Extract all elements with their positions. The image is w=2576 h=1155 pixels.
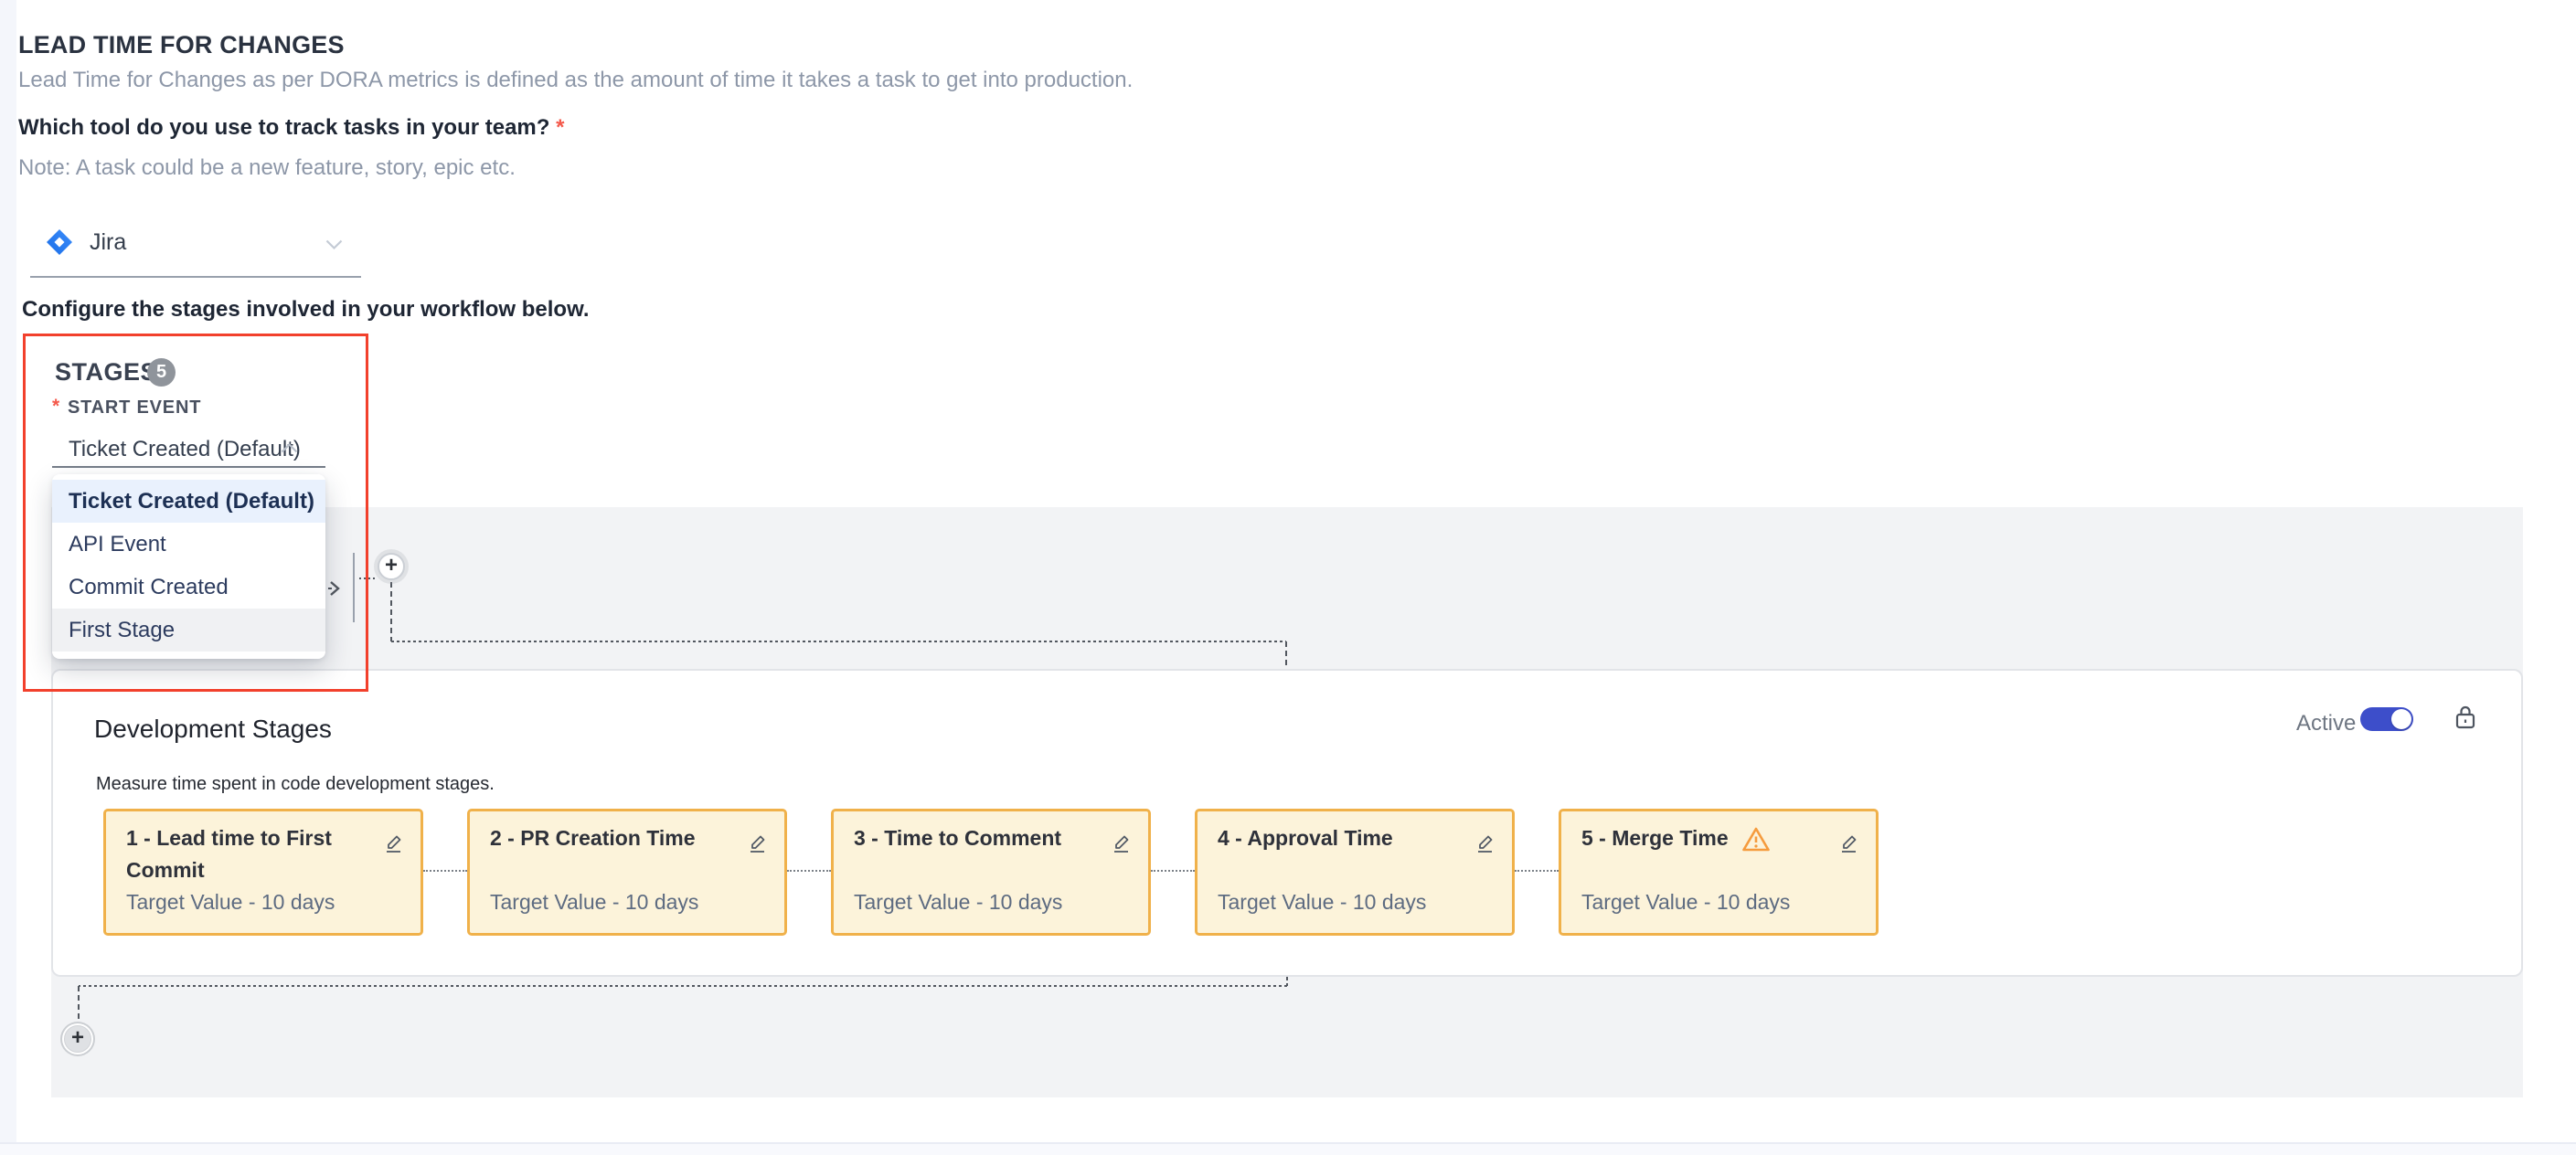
lock-icon[interactable] (2454, 704, 2477, 731)
stage-card-2[interactable]: 2 - PR Creation Time Target Value - 10 d… (467, 809, 787, 936)
tool-question-note: Note: A task could be a new feature, sto… (18, 155, 516, 181)
active-toggle[interactable] (2360, 707, 2413, 731)
tool-question-label: Which tool do you use to track tasks in … (18, 115, 564, 141)
stage-card-5[interactable]: 5 - Merge Time Target Value - 10 days (1559, 809, 1879, 936)
stage-target-value: Target Value - 10 days (1581, 890, 1790, 915)
plus-icon: + (71, 1027, 84, 1049)
stage-connector-line (787, 870, 831, 872)
jira-icon (46, 228, 73, 256)
stage-card-head: 1 - Lead time to First Commit (126, 822, 342, 886)
dropdown-option-api-event[interactable]: API Event (52, 523, 325, 566)
stage-connector-line (423, 870, 467, 872)
warning-icon (1741, 826, 1771, 853)
start-event-dropdown-menu: Ticket Created (Default) API Event Commi… (52, 474, 325, 659)
start-event-select[interactable]: Ticket Created (Default) (52, 428, 325, 468)
stage-card-title: 3 - Time to Comment (854, 822, 1061, 854)
stage-target-value: Target Value - 10 days (490, 890, 698, 915)
chevron-up-icon (281, 442, 298, 453)
edit-pencil-icon[interactable] (1837, 832, 1859, 853)
add-stage-button-top[interactable]: + (378, 553, 405, 580)
stage-card-head: 3 - Time to Comment (854, 822, 1061, 854)
edit-pencil-icon[interactable] (746, 832, 768, 853)
dropdown-option-first-stage[interactable]: First Stage (52, 609, 325, 652)
toggle-knob (2391, 709, 2411, 729)
required-asterisk: * (52, 396, 59, 418)
chevron-down-icon (325, 239, 343, 250)
stage-card-title: 5 - Merge Time (1581, 822, 1729, 854)
start-event-label: START EVENT (68, 397, 201, 419)
plus-icon: + (385, 555, 398, 577)
page-title: LEAD TIME FOR CHANGES (18, 31, 345, 59)
stage-card-title: 2 - PR Creation Time (490, 822, 696, 854)
stage-target-value: Target Value - 10 days (126, 890, 335, 915)
stage-card-title: 1 - Lead time to First Commit (126, 822, 342, 886)
stage-card-head: 5 - Merge Time (1581, 822, 1771, 854)
development-stages-description: Measure time spent in code development s… (96, 774, 495, 795)
stage-card-head: 2 - PR Creation Time (490, 822, 696, 854)
stage-card-head: 4 - Approval Time (1218, 822, 1393, 854)
stage-card-4[interactable]: 4 - Approval Time Target Value - 10 days (1195, 809, 1515, 936)
configure-stages-label: Configure the stages involved in your wo… (22, 297, 590, 323)
edit-pencil-icon[interactable] (382, 832, 404, 853)
add-stage-button-bottom[interactable]: + (64, 1025, 91, 1053)
development-stages-title: Development Stages (94, 715, 332, 744)
tool-question-text: Which tool do you use to track tasks in … (18, 115, 549, 140)
stage-connector-line (1515, 870, 1559, 872)
page-left-gutter (0, 0, 16, 1155)
stages-panel-title: STAGES (55, 358, 157, 387)
task-tool-value: Jira (90, 229, 126, 256)
task-tool-select[interactable]: Jira (30, 217, 361, 278)
stage-card-title: 4 - Approval Time (1218, 822, 1393, 854)
lead-time-config-page: LEAD TIME FOR CHANGES Lead Time for Chan… (0, 0, 2576, 1155)
stage-connector-line (1151, 870, 1195, 872)
stage-card-3[interactable]: 3 - Time to Comment Target Value - 10 da… (831, 809, 1151, 936)
stage-target-value: Target Value - 10 days (1218, 890, 1426, 915)
edit-pencil-icon[interactable] (1474, 832, 1496, 853)
active-status-label: Active (2296, 711, 2356, 736)
page-footer-band (0, 1142, 2576, 1155)
development-stages-panel: Development Stages Measure time spent in… (51, 669, 2523, 977)
required-asterisk: * (556, 115, 564, 140)
dropdown-option-ticket-created[interactable]: Ticket Created (Default) (52, 480, 325, 523)
page-subtitle: Lead Time for Changes as per DORA metric… (18, 68, 1133, 93)
stage-card-1[interactable]: 1 - Lead time to First Commit Target Val… (103, 809, 423, 936)
dropdown-option-commit-created[interactable]: Commit Created (52, 566, 325, 609)
stages-count-badge: 5 (147, 358, 176, 387)
stage-target-value: Target Value - 10 days (854, 890, 1062, 915)
edit-pencil-icon[interactable] (1110, 832, 1132, 853)
start-event-value: Ticket Created (Default) (69, 437, 301, 462)
